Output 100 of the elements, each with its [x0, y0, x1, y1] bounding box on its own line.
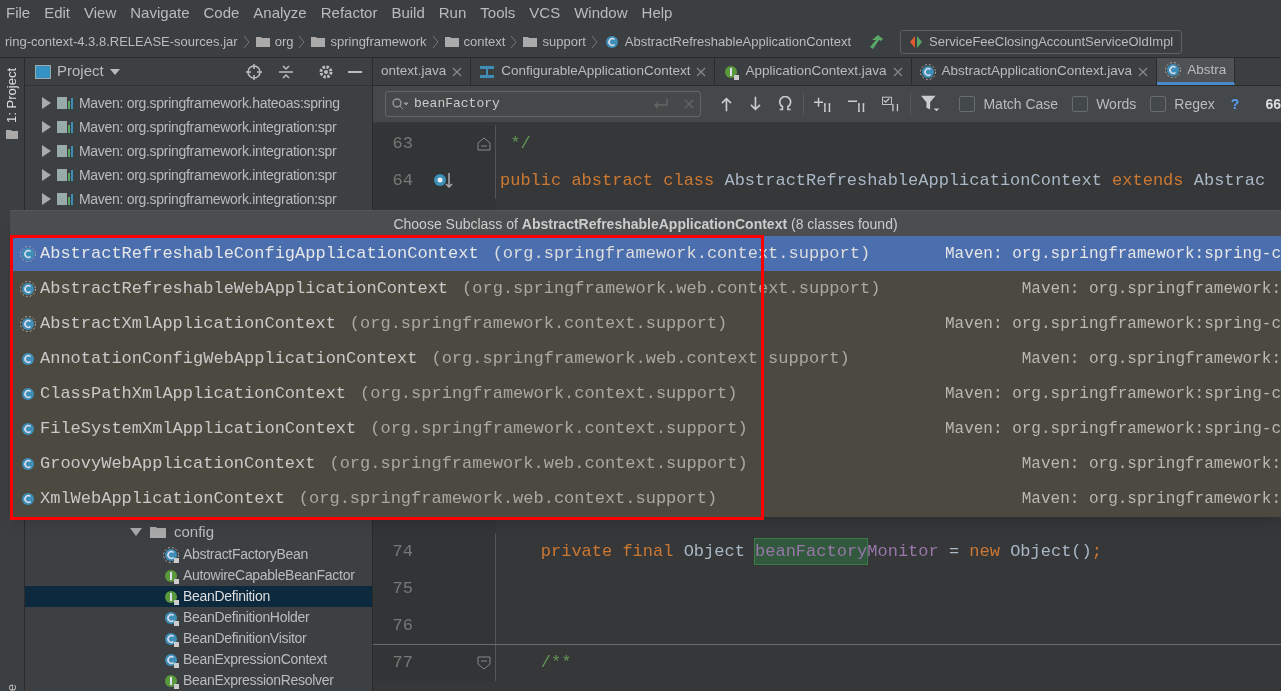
implemented-marker-icon[interactable] — [433, 172, 453, 189]
chevron-icon — [510, 34, 519, 49]
popup-list-item[interactable]: FileSystemXmlApplicationContext (org.springframework.context.support) Maven: org.springframework:spring-c — [10, 411, 1281, 446]
library-icon — [57, 119, 73, 135]
breadcrumb-item[interactable]: AbstractRefreshableApplicationContext — [624, 31, 852, 52]
tree-item[interactable]: Maven: org.springframework.hateoas:spring — [79, 92, 340, 114]
code-token: ; — [1091, 540, 1102, 563]
breadcrumb-item[interactable]: ring-context-4.3.8.RELEASE-sources.jar — [5, 31, 238, 52]
arrow-up-icon[interactable] — [720, 96, 732, 112]
collapsed-arrow-icon[interactable] — [41, 97, 51, 109]
menu-item[interactable]: Analyze — [253, 1, 307, 25]
caret-icon[interactable] — [109, 68, 120, 75]
editor-tab[interactable]: Abstra — [1157, 58, 1236, 85]
popup-list-item[interactable]: ClassPathXmlApplicationContext (org.springframework.context.support) Maven: org.springframework:spring-c — [10, 376, 1281, 411]
line-number: 74 — [391, 540, 413, 563]
match-count: 66 — [1265, 94, 1281, 114]
project-tool-tab[interactable]: 1: Project — [2, 68, 22, 123]
breadcrumb-item[interactable]: springframework — [330, 31, 427, 52]
close-icon[interactable] — [1138, 66, 1149, 77]
tree-item[interactable]: BeanDefinition — [25, 586, 372, 607]
checkbox-label[interactable]: Words — [1096, 93, 1137, 115]
settings-icon[interactable] — [318, 63, 334, 80]
popup-list-item[interactable]: XmlWebApplicationContext (org.springframework.web.context.support) Maven: org.springframework: — [10, 481, 1281, 516]
class-icon — [20, 455, 36, 472]
chevron-icon — [298, 34, 307, 49]
menu-item[interactable]: Window — [574, 1, 628, 25]
line-number: 63 — [391, 132, 413, 155]
select-occurrences-icon[interactable] — [882, 96, 901, 112]
add-occurrence-icon[interactable] — [813, 96, 833, 112]
checkbox[interactable] — [959, 96, 976, 112]
menu-item[interactable]: Navigate — [130, 1, 190, 25]
menu-item[interactable]: Tools — [480, 1, 516, 25]
tree-item[interactable]: BeanExpressionContext — [25, 649, 372, 670]
checkbox-label[interactable]: Regex — [1174, 93, 1215, 115]
menu-item[interactable]: Refactor — [320, 1, 378, 25]
popup-title: Choose Subclass of AbstractRefreshableApplicationContext (8 classes found) — [393, 216, 898, 232]
arrow-down-icon[interactable] — [749, 96, 761, 112]
editor-tab[interactable]: ontext.java — [373, 58, 472, 85]
popup-list-item[interactable]: AbstractXmlApplicationContext (org.springframework.context.support) Maven: org.springframework:spring-c — [10, 306, 1281, 341]
library-icon — [57, 143, 73, 159]
tool-tab[interactable]: e — [2, 681, 22, 691]
menu-item[interactable]: Edit — [44, 1, 71, 25]
tree-item[interactable]: BeanDefinitionVisitor — [25, 628, 372, 649]
editor-tab[interactable]: ConfigurableApplicationContext — [471, 58, 716, 85]
editor-tab[interactable]: ApplicationContext.java — [715, 58, 912, 85]
close-icon[interactable] — [892, 66, 903, 77]
collapse-icon[interactable] — [278, 63, 294, 80]
menu-item[interactable]: Build — [391, 1, 425, 25]
class-icon — [20, 420, 36, 437]
tree-item[interactable]: Maven: org.springframework.integration:spr — [79, 164, 337, 186]
help-link[interactable]: ? — [1230, 93, 1240, 115]
checkbox[interactable] — [1150, 96, 1167, 112]
tree-item[interactable]: Maven: org.springframework.integration:spr — [79, 188, 337, 210]
filter-icon[interactable] — [921, 95, 940, 113]
code-token: AbstractRefreshableApplicationContext — [724, 169, 1103, 192]
checkbox-label[interactable]: Match Case — [983, 93, 1059, 115]
minimize-icon[interactable] — [348, 70, 362, 73]
expanded-arrow-icon[interactable] — [130, 527, 142, 537]
tree-item[interactable]: AutowireCapableBeanFactor — [25, 565, 372, 586]
menu-item[interactable]: Code — [203, 1, 240, 25]
collapsed-arrow-icon[interactable] — [41, 193, 51, 205]
tree-item[interactable]: config — [174, 520, 215, 544]
close-icon[interactable] — [696, 66, 707, 77]
line-number: 64 — [391, 169, 413, 192]
menu-item[interactable]: View — [84, 1, 117, 25]
tree-item[interactable]: Maven: org.springframework.integration:spr — [79, 140, 337, 162]
checkbox[interactable] — [1072, 96, 1089, 112]
library-icon — [57, 167, 73, 183]
breadcrumb-item[interactable]: org — [274, 31, 294, 52]
panel-title[interactable]: Project — [57, 60, 104, 83]
tree-item[interactable]: BeanExpressionResolver — [25, 670, 372, 691]
collapsed-arrow-icon[interactable] — [41, 145, 51, 157]
class-icon — [20, 385, 36, 402]
collapsed-arrow-icon[interactable] — [41, 169, 51, 181]
abstract-class-icon — [1165, 62, 1182, 78]
select-all-icon[interactable] — [776, 96, 793, 112]
collapsed-arrow-icon[interactable] — [41, 121, 51, 133]
chevron-icon — [431, 34, 440, 49]
tree-item[interactable]: Maven: org.springframework.integration:spr — [79, 116, 337, 138]
run-configuration[interactable]: ServiceFeeClosingAccountServiceOldImpl — [900, 29, 1183, 54]
fold-icon[interactable] — [477, 656, 491, 670]
tree-item[interactable]: BeanDefinitionHolder — [25, 607, 372, 628]
menu-item[interactable]: VCS — [529, 1, 561, 25]
breadcrumb-item[interactable]: context — [463, 31, 506, 52]
tree-item[interactable]: AbstractFactoryBean — [25, 544, 372, 565]
folder-icon — [255, 35, 270, 48]
breadcrumb-item[interactable]: support — [542, 31, 586, 52]
class-icon — [20, 490, 36, 507]
code-token: private final — [539, 540, 675, 563]
close-icon[interactable] — [452, 66, 463, 77]
menu-item[interactable]: Help — [641, 1, 673, 25]
menu-item[interactable]: File — [6, 1, 31, 25]
menu-item[interactable]: Run — [438, 1, 467, 25]
library-icon — [57, 95, 73, 111]
fold-icon[interactable] — [477, 136, 491, 151]
panel-icon — [35, 64, 51, 79]
config-icon — [479, 63, 496, 80]
popup-list-item[interactable]: GroovyWebApplicationContext (org.springframework.web.context.support) Maven: org.springframework: — [10, 446, 1281, 481]
locate-icon[interactable] — [246, 63, 262, 80]
interface-icon — [163, 672, 179, 689]
